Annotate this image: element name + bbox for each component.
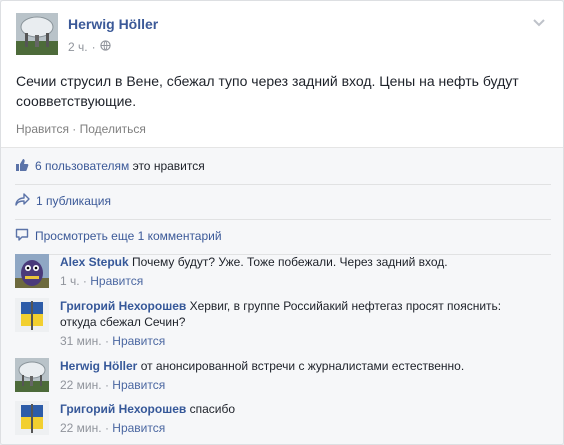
comment-bubble-icon [15, 228, 29, 244]
post-author-name[interactable]: Herwig Höller [68, 16, 158, 32]
comment-author[interactable]: Григорий Нехорошев [60, 299, 186, 313]
likes-count-link[interactable]: 6 пользователям [35, 159, 129, 173]
commenter-avatar[interactable] [15, 298, 49, 332]
shares-link[interactable]: 1 публикация [36, 194, 111, 208]
comment-author[interactable]: Григорий Нехорошев [60, 402, 186, 416]
globe-icon[interactable] [99, 40, 111, 54]
comment-time[interactable]: 22 мин. [60, 378, 102, 392]
comment-text: спасибо [186, 402, 236, 416]
feedback-section: 6 пользователям это нравится 1 публикаци… [1, 147, 563, 444]
author-avatar[interactable] [16, 13, 58, 55]
shares-row: 1 публикация [15, 187, 551, 215]
post-header: Herwig Höller 2 ч. · [16, 13, 546, 57]
likes-row: 6 пользователям это нравится [15, 152, 551, 180]
comment-text: от анонсированной встречи с журналистами… [137, 359, 465, 373]
thumbs-up-icon [15, 158, 29, 175]
comment-author[interactable]: Alex Stepuk [60, 255, 129, 269]
divider [15, 184, 551, 185]
post-text: Сечии струсил в Вене, сбежал тупо через … [16, 73, 519, 109]
comment-like-button[interactable]: Нравится [90, 274, 143, 288]
commenter-avatar[interactable] [15, 358, 49, 392]
comment-body: Herwig Höller от анонсированной встречи … [60, 359, 465, 392]
post-card: Herwig Höller 2 ч. · Сечии струсил в Вен… [0, 0, 564, 445]
commenter-avatar[interactable] [15, 254, 49, 288]
post-timestamp[interactable]: 2 ч. [68, 40, 88, 54]
comment-like-button[interactable]: Нравится [112, 378, 165, 392]
commenter-avatar[interactable] [15, 401, 49, 435]
comment-author[interactable]: Herwig Höller [60, 359, 137, 373]
comment-body: Григорий Нехорошев спасибо 22 мин. · Нра… [60, 402, 236, 435]
comment-like-button[interactable]: Нравится [112, 421, 165, 435]
action-dot: · [72, 122, 77, 136]
comment-time[interactable]: 1 ч. [60, 274, 80, 288]
comment-text: Почему будут? Уже. Тоже побежали. Через … [128, 255, 448, 269]
likes-text: это нравится [129, 159, 205, 173]
like-button[interactable]: Нравится [16, 122, 69, 136]
post-actions: Нравится · Поделиться [16, 122, 146, 136]
divider [15, 219, 551, 220]
post-meta: 2 ч. · [68, 40, 111, 54]
comment-body: Григорий Нехорошев Хервиг, в группе Росс… [60, 299, 502, 348]
comment-time[interactable]: 31 мин. [60, 334, 102, 348]
view-more-row: Просмотреть еще 1 комментарий [15, 222, 551, 250]
comment-body: Alex Stepuk Почему будут? Уже. Тоже побе… [60, 255, 448, 288]
meta-dot: · [91, 40, 96, 54]
chevron-down-icon[interactable] [532, 15, 546, 29]
share-arrow-icon [15, 193, 30, 209]
comment-time[interactable]: 22 мин. [60, 421, 102, 435]
comment-like-button[interactable]: Нравится [112, 334, 165, 348]
view-more-comments-link[interactable]: Просмотреть еще 1 комментарий [35, 229, 222, 243]
share-button[interactable]: Поделиться [80, 122, 146, 136]
